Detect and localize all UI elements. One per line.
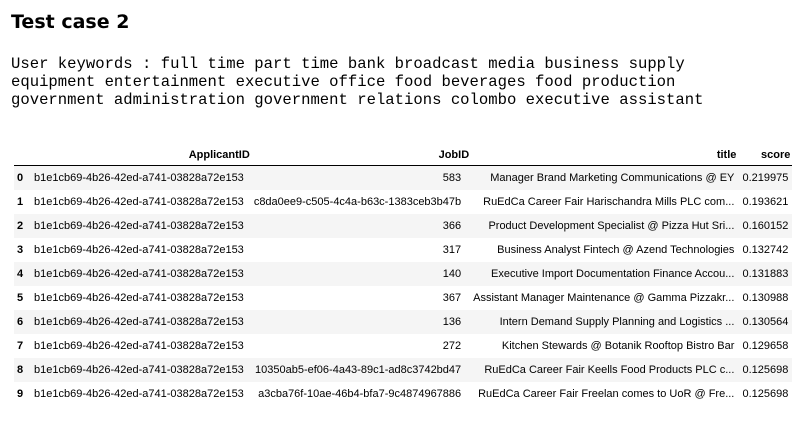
score-cell: 0.125698 <box>742 364 789 376</box>
table-row: 9 b1e1cb69-4b26-42ed-a741-03828a72e153 a3c… <box>14 382 792 406</box>
jobid-cell: 140 <box>442 268 462 280</box>
table-row: 2 b1e1cb69-4b26-42ed-a741-03828a72e153 366… <box>14 214 793 238</box>
title-cell: RuEdCa Career Fair Freelan comes to UoR … <box>478 388 735 400</box>
column-header-title: title <box>471 144 739 166</box>
keywords-line: User keywords : full time part time bank… <box>11 55 685 73</box>
score-cell: 0.219975 <box>742 172 789 184</box>
applicantid-cell: b1e1cb69-4b26-42ed-a741-03828a72e153 <box>34 244 244 256</box>
jobid-cell: 583 <box>442 172 462 184</box>
applicantid-cell: b1e1cb69-4b26-42ed-a741-03828a72e153 <box>34 364 244 376</box>
row-index: 8 <box>17 364 24 376</box>
row-index: 4 <box>17 268 24 280</box>
title-cell: Product Development Specialist @ Pizza H… <box>488 220 735 232</box>
jobid-cell: c8da0ee9-c505-4c4a-b63c-1383ceb3b47b <box>253 196 462 208</box>
jobid-cell: 366 <box>442 220 462 232</box>
score-cell: 0.193621 <box>742 196 789 208</box>
jobid-cell: 272 <box>442 340 462 352</box>
score-cell: 0.132742 <box>742 244 789 256</box>
score-cell: 0.160152 <box>742 220 789 232</box>
table-row: 4 b1e1cb69-4b26-42ed-a741-03828a72e153 140… <box>14 262 793 286</box>
test-case-heading: Test case 2 <box>11 11 130 33</box>
header-row: ApplicantID JobID title score <box>14 144 793 166</box>
applicantid-cell: b1e1cb69-4b26-42ed-a741-03828a72e153 <box>34 220 244 232</box>
jobid-cell: 136 <box>442 316 462 328</box>
applicantid-cell: b1e1cb69-4b26-42ed-a741-03828a72e153 <box>34 388 244 400</box>
keywords-line: equipment entertainment executive office… <box>11 73 676 91</box>
jobid-cell: a3cba76f-10ae-46b4-bfa7-9c4874967886 <box>258 388 462 400</box>
applicantid-cell: b1e1cb69-4b26-42ed-a741-03828a72e153 <box>34 268 244 280</box>
results-dataframe: ApplicantID JobID title score 0 b1e1cb69-… <box>14 144 793 407</box>
title-cell: Kitchen Stewards @ Botanik Rooftop Bistr… <box>501 340 735 352</box>
index-header <box>14 144 30 166</box>
applicantid-cell: b1e1cb69-4b26-42ed-a741-03828a72e153 <box>34 316 244 328</box>
table-row: 1 b1e1cb69-4b26-42ed-a741-03828a72e153 c8d… <box>14 190 792 214</box>
applicantid-cell: b1e1cb69-4b26-42ed-a741-03828a72e153 <box>34 340 244 352</box>
row-index: 9 <box>17 388 24 400</box>
jobid-cell: 367 <box>442 292 462 304</box>
column-header-score: score <box>738 144 793 166</box>
applicantid-cell: b1e1cb69-4b26-42ed-a741-03828a72e153 <box>34 292 244 304</box>
row-index: 0 <box>17 172 24 184</box>
keywords-line: government administration government rel… <box>11 91 704 109</box>
user-keywords-output: User keywords : full time part time bank… <box>11 55 796 109</box>
applicantid-cell: b1e1cb69-4b26-42ed-a741-03828a72e153 <box>34 196 244 208</box>
jobid-cell: 10350ab5-ef06-4a43-89c1-ad8c3742bd47 <box>255 364 462 376</box>
row-index: 6 <box>17 316 24 328</box>
title-cell: Intern Demand Supply Planning and Logist… <box>499 316 735 328</box>
table-body: 0 b1e1cb69-4b26-42ed-a741-03828a72e153 583… <box>14 165 793 407</box>
jobid-cell: 317 <box>442 244 462 256</box>
table-row: 8 b1e1cb69-4b26-42ed-a741-03828a72e153 103… <box>14 358 793 382</box>
title-cell: Manager Brand Marketing Communications @… <box>490 172 735 184</box>
row-index: 2 <box>17 220 24 232</box>
title-cell: Assistant Manager Maintenance @ Gamma Pi… <box>473 292 735 304</box>
title-cell: RuEdCa Career Fair Harischandra Mills PL… <box>483 196 735 208</box>
title-cell: Executive Import Documentation Finance A… <box>491 268 735 280</box>
column-header-jobid: JobID <box>251 144 472 166</box>
table-header: ApplicantID JobID title score <box>14 144 793 166</box>
row-index: 5 <box>17 292 24 304</box>
score-cell: 0.130988 <box>742 292 789 304</box>
row-index: 1 <box>17 196 24 208</box>
row-index: 3 <box>17 244 24 256</box>
table-row: 5 b1e1cb69-4b26-42ed-a741-03828a72e153 367… <box>14 286 792 310</box>
row-index: 7 <box>17 340 24 352</box>
column-header-applicantid: ApplicantID <box>30 144 252 166</box>
score-cell: 0.125698 <box>742 388 789 400</box>
applicantid-cell: b1e1cb69-4b26-42ed-a741-03828a72e153 <box>34 172 244 184</box>
table-row: 0 b1e1cb69-4b26-42ed-a741-03828a72e153 583… <box>14 165 793 190</box>
score-cell: 0.130564 <box>742 316 789 328</box>
title-cell: Business Analyst Fintech @ Azend Technol… <box>497 244 735 256</box>
score-cell: 0.129658 <box>742 340 789 352</box>
table-row: 3 b1e1cb69-4b26-42ed-a741-03828a72e153 317… <box>14 238 792 262</box>
table-row: 7 b1e1cb69-4b26-42ed-a741-03828a72e153 272… <box>14 334 792 358</box>
title-cell: RuEdCa Career Fair Keells Food Products … <box>484 364 735 376</box>
table-row: 6 b1e1cb69-4b26-42ed-a741-03828a72e153 136… <box>14 310 793 334</box>
score-cell: 0.131883 <box>742 268 789 280</box>
